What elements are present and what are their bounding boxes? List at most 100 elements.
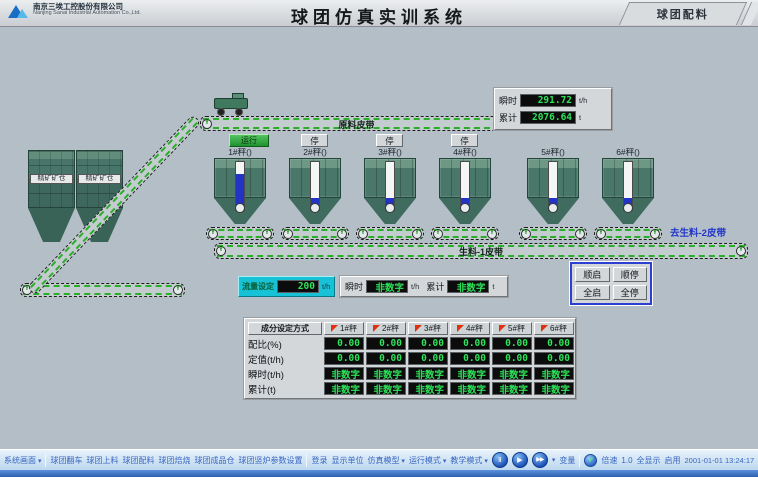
setvalue-cell[interactable]: 0.00 xyxy=(492,352,532,365)
tab-pellet-batching[interactable]: 球团配料 xyxy=(619,2,747,25)
instant-label: 瞬时 xyxy=(499,94,517,107)
pulley-icon xyxy=(412,229,422,239)
feeder-belt-2 xyxy=(281,227,349,240)
display-unit-button[interactable]: 显示单位 xyxy=(331,455,363,466)
pulley-icon xyxy=(208,229,218,239)
flag-icon xyxy=(373,325,380,332)
setpoint-unit: t/h xyxy=(322,282,330,291)
toolbar-separator xyxy=(45,454,46,467)
total-cell: 非数字 xyxy=(324,382,364,395)
nav-pellet-product-silo[interactable]: 球团成品仓 xyxy=(194,455,234,466)
pulley-icon xyxy=(337,229,347,239)
all-start-button[interactable]: 全启 xyxy=(575,285,610,300)
weigh-hopper-1: 1#秤() xyxy=(214,146,266,236)
total-unit: t xyxy=(579,113,581,122)
setvalue-cell[interactable]: 0.00 xyxy=(324,352,364,365)
setpoint-value-field[interactable]: 200 xyxy=(277,280,319,293)
speed-value: 1.0 xyxy=(621,456,632,465)
pulley-icon xyxy=(433,229,443,239)
total-label: 累计 xyxy=(426,280,444,293)
instant-label: 瞬时 xyxy=(345,280,363,293)
pulley-icon xyxy=(358,229,368,239)
flag-icon xyxy=(415,325,422,332)
ratio-cell[interactable]: 0.00 xyxy=(492,337,532,350)
scada-app: 南京三埃工控股份有限公司 Nanjing Sanai Industrial Au… xyxy=(0,0,758,477)
speed-status-icon: ✔ xyxy=(584,454,597,467)
table-header-scale1[interactable]: 1#秤 xyxy=(324,322,364,335)
ratio-cell[interactable]: 0.00 xyxy=(450,337,490,350)
login-button[interactable]: 登录 xyxy=(311,455,327,466)
pulley-icon xyxy=(173,285,183,295)
ratio-cell[interactable]: 0.00 xyxy=(366,337,406,350)
enable-toggle[interactable]: 启用 xyxy=(665,455,681,466)
sequence-start-button[interactable]: 顺启 xyxy=(575,267,610,282)
nav-pellet-feeding[interactable]: 球团上料 xyxy=(86,455,118,466)
pulley-icon xyxy=(283,229,293,239)
speed-label: 倍速 xyxy=(601,455,617,466)
play-button[interactable]: ▶ xyxy=(512,452,528,468)
run-mode-dropdown[interactable]: 运行模式 xyxy=(409,455,446,466)
simulation-model-dropdown[interactable]: 仿真模型 xyxy=(367,455,404,466)
pulley-icon xyxy=(521,229,531,239)
variable-button[interactable]: 变量 xyxy=(559,455,575,466)
composition-mode-button[interactable]: 成分设定方式 xyxy=(248,322,322,335)
weigh-hopper-2: 2#秤() xyxy=(289,146,341,236)
total-cell: 非数字 xyxy=(408,382,448,395)
sequence-stop-button[interactable]: 顺停 xyxy=(613,267,648,282)
valve-icon xyxy=(235,203,245,213)
pulley-icon xyxy=(575,229,585,239)
fast-forward-button[interactable]: ▶▶ xyxy=(532,452,548,468)
ratio-cell[interactable]: 0.00 xyxy=(324,337,364,350)
instant-cell: 非数字 xyxy=(534,367,574,380)
valve-icon xyxy=(310,203,320,213)
pause-button[interactable]: Ⅱ xyxy=(492,452,508,468)
flag-icon xyxy=(457,325,464,332)
raw1-belt: 生料-1皮带 xyxy=(214,243,748,259)
valve-icon xyxy=(623,203,633,213)
feeder-belt-6 xyxy=(594,227,662,240)
valve-icon xyxy=(385,203,395,213)
weigh-hopper-5: 5#秤() xyxy=(527,146,579,236)
all-stop-button[interactable]: 全停 xyxy=(613,285,648,300)
menu-system-screens[interactable]: 系统画面 xyxy=(4,455,41,466)
table-header-scale2[interactable]: 2#秤 xyxy=(366,322,406,335)
nav-pellet-batching[interactable]: 球团配料 xyxy=(122,455,154,466)
valve-icon xyxy=(460,203,470,213)
nav-pellet-dumper[interactable]: 球团翻车 xyxy=(50,455,82,466)
bottom-strip-decoration xyxy=(0,470,758,477)
belt-label: 原料皮带 xyxy=(201,118,512,131)
pulley-icon xyxy=(596,229,606,239)
flag-icon xyxy=(541,325,548,332)
instant-cell: 非数字 xyxy=(324,367,364,380)
ratio-cell[interactable]: 0.00 xyxy=(408,337,448,350)
setvalue-cell[interactable]: 0.00 xyxy=(450,352,490,365)
belt-label: 生料-1皮带 xyxy=(215,245,747,258)
nav-pellet-roasting[interactable]: 球团焙烧 xyxy=(158,455,190,466)
instant-value-display: 291.72 xyxy=(520,94,576,107)
ore-silo-1: 精矿矿仓 xyxy=(28,150,75,244)
total-cell: 非数字 xyxy=(492,382,532,395)
instant-cell: 非数字 xyxy=(408,367,448,380)
to-raw2-belt-label: 去生料-2皮带 xyxy=(670,225,726,239)
table-header-scale6[interactable]: 6#秤 xyxy=(534,322,574,335)
scale-label: 4#秤() xyxy=(429,146,501,158)
nav-pellet-furnace-params[interactable]: 球团竖炉参数设置 xyxy=(238,455,302,466)
header: 南京三埃工控股份有限公司 Nanjing Sanai Industrial Au… xyxy=(0,0,758,27)
row-label-ratio: 配比(%) xyxy=(248,337,322,350)
speed-dropdown-arrow[interactable]: ▾ xyxy=(552,456,556,464)
valve-icon xyxy=(548,203,558,213)
table-header-scale5[interactable]: 5#秤 xyxy=(492,322,532,335)
setvalue-cell[interactable]: 0.00 xyxy=(408,352,448,365)
table-header-scale3[interactable]: 3#秤 xyxy=(408,322,448,335)
ratio-cell[interactable]: 0.00 xyxy=(534,337,574,350)
setvalue-cell[interactable]: 0.00 xyxy=(534,352,574,365)
scale-label: 2#秤() xyxy=(279,146,351,158)
instant-value-display: 非数字 xyxy=(366,280,408,293)
row-label-setvalue: 定值(t/h) xyxy=(248,352,322,365)
raw-material-belt: 原料皮带 xyxy=(200,116,513,131)
table-header-scale4[interactable]: 4#秤 xyxy=(450,322,490,335)
group-control-panel: 顺启 顺停 全启 全停 xyxy=(570,262,652,305)
teach-mode-dropdown[interactable]: 教学模式 xyxy=(450,455,487,466)
setvalue-cell[interactable]: 0.00 xyxy=(366,352,406,365)
display-all-toggle[interactable]: 全显示 xyxy=(637,455,661,466)
